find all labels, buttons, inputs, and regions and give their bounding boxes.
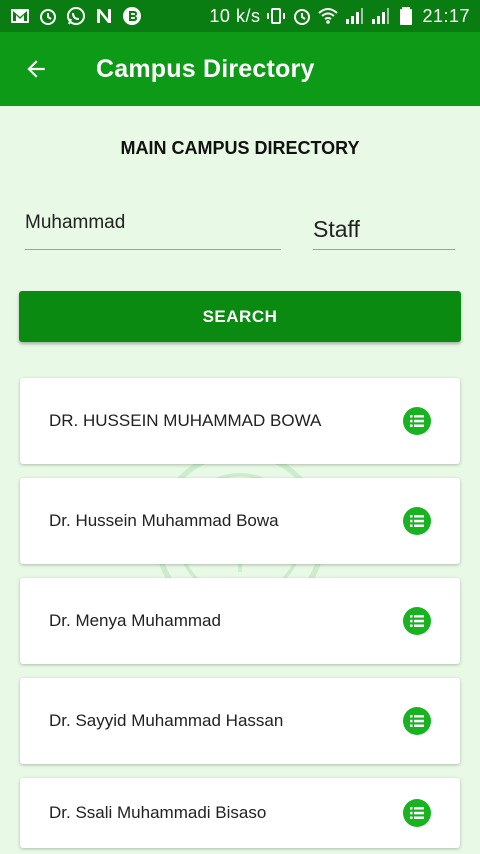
search-input[interactable]	[25, 204, 281, 234]
list-icon[interactable]	[403, 707, 431, 735]
staff-name: Dr. Ssali Muhammadi Bisaso	[49, 803, 267, 822]
list-item[interactable]: DR. HUSSEIN MUHAMMAD BOWA	[20, 378, 460, 464]
list-item[interactable]: Dr. Ssali Muhammadi Bisaso	[20, 778, 460, 848]
staff-name: Dr. Menya Muhammad	[49, 611, 221, 630]
search-button[interactable]: SEARCH	[19, 291, 461, 342]
category-value: Staff	[313, 216, 360, 242]
staff-name: Dr. Sayyid Muhammad Hassan	[49, 711, 284, 730]
whatsapp-icon	[66, 6, 86, 26]
list-item[interactable]: Dr. Hussein Muhammad Bowa	[20, 478, 460, 564]
staff-name: Dr. Hussein Muhammad Bowa	[49, 511, 279, 530]
clock: 21:17	[422, 5, 470, 26]
list-icon[interactable]	[403, 799, 431, 827]
app-bar: Campus Directory	[0, 32, 480, 106]
list-item[interactable]: Dr. Sayyid Muhammad Hassan	[20, 678, 460, 764]
battery-icon	[396, 6, 416, 26]
n-app-icon	[94, 6, 114, 26]
net-speed: 10 k/s	[209, 5, 261, 26]
bitcoin-icon	[122, 6, 142, 26]
signal-icon	[344, 6, 364, 26]
list-icon[interactable]	[403, 407, 431, 435]
gmail-icon	[10, 6, 30, 26]
category-select[interactable]: Staff	[313, 204, 455, 250]
alarm-icon	[38, 6, 58, 26]
wifi-icon	[318, 6, 339, 26]
app-title: Campus Directory	[96, 54, 315, 83]
back-button[interactable]	[0, 32, 72, 106]
vibrate-icon	[266, 6, 286, 26]
list-icon[interactable]	[403, 607, 431, 635]
alarm-icon	[292, 6, 312, 26]
notification-icons	[10, 6, 142, 26]
system-icons: 10 k/s 21:17	[209, 6, 470, 27]
status-bar: 10 k/s 21:17	[0, 0, 480, 32]
list-icon[interactable]	[403, 507, 431, 535]
signal-icon	[370, 6, 390, 26]
arrow-left-icon	[27, 60, 45, 78]
list-item[interactable]: Dr. Menya Muhammad	[20, 578, 460, 664]
staff-name: DR. HUSSEIN MUHAMMAD BOWA	[49, 411, 322, 430]
main-content: MAIN CAMPUS DIRECTORY Staff SEARCH DR. H…	[0, 106, 480, 854]
search-field[interactable]	[25, 204, 281, 250]
page-heading: MAIN CAMPUS DIRECTORY	[120, 138, 360, 158]
